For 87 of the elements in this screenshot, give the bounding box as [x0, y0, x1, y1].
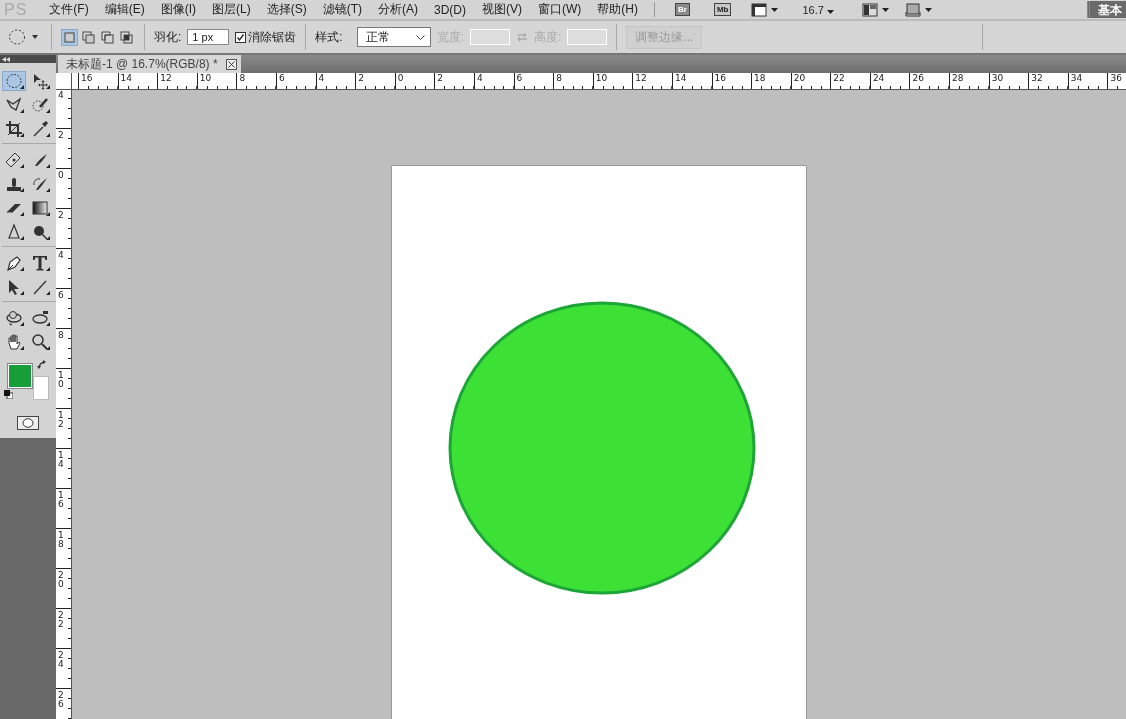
- ruler-label: 6: [278, 73, 285, 83]
- close-icon[interactable]: [226, 59, 236, 69]
- menu-item[interactable]: 窗口(W): [530, 1, 590, 18]
- anti-alias-label: 消除锯齿: [248, 28, 297, 46]
- ruler-label: 4: [58, 251, 64, 260]
- ruler-label: 6: [58, 291, 64, 300]
- ruler-label: 24: [872, 73, 885, 83]
- add-selection-icon[interactable]: [80, 28, 97, 46]
- app-button[interactable]: Mb: [713, 3, 732, 16]
- ruler-label: 2: [358, 73, 364, 83]
- ruler-label: 2: [58, 211, 64, 220]
- ruler-label: 8: [239, 73, 246, 83]
- ruler-label: 16: [714, 73, 726, 83]
- menu-item[interactable]: 滤镜(T): [314, 1, 370, 18]
- ruler-label: 4: [58, 91, 64, 100]
- ruler-label: 10: [58, 371, 64, 389]
- caret-icon[interactable]: [924, 7, 932, 12]
- menu-item[interactable]: 分析(A): [370, 1, 426, 18]
- checkbox[interactable]: [235, 31, 247, 43]
- background-color-swatch[interactable]: [33, 376, 49, 400]
- ruler-label: 22: [833, 73, 845, 83]
- zoom-level[interactable]: 16.7: [802, 3, 827, 16]
- menu-item[interactable]: 图像(I): [152, 1, 204, 18]
- caret-icon[interactable]: [32, 35, 38, 39]
- ruler-label: 2: [58, 131, 64, 140]
- ruler-label: 18: [58, 531, 64, 549]
- style-label: 样式:: [315, 28, 343, 46]
- ruler-label: 16: [58, 491, 64, 509]
- ruler-label: 0: [58, 171, 64, 180]
- ellipse-marquee-icon[interactable]: [2, 71, 26, 91]
- ruler-label: 20: [793, 73, 806, 83]
- ruler-label: 4: [318, 73, 325, 83]
- ruler-label: 32: [1031, 73, 1043, 83]
- feather-field[interactable]: 1 px: [187, 29, 230, 45]
- ruler-label: 36: [1110, 73, 1122, 83]
- ruler-label: 30: [991, 73, 1004, 83]
- caret-icon[interactable]: [771, 7, 779, 12]
- ruler-label: 8: [556, 73, 562, 83]
- ruler-label: 12: [160, 73, 172, 83]
- width-field[interactable]: [470, 29, 511, 45]
- ruler-label: 6: [516, 73, 523, 83]
- ruler-label: 22: [58, 611, 64, 629]
- foreground-color-swatch[interactable]: [8, 364, 32, 388]
- ruler-label: 26: [58, 691, 64, 709]
- style-dropdown[interactable]: 正常: [356, 27, 431, 47]
- ruler-label: 16: [81, 73, 93, 83]
- menu-item[interactable]: 3D(D): [426, 2, 474, 17]
- menu-item[interactable]: 选择(S): [258, 1, 315, 18]
- swap-colors-icon[interactable]: [37, 360, 47, 370]
- caret-icon[interactable]: [826, 9, 834, 14]
- ruler-label: 14: [58, 451, 64, 469]
- ruler-label: 12: [58, 411, 64, 429]
- ruler-label: 2: [437, 73, 444, 83]
- quick-mask-icon[interactable]: [17, 416, 39, 430]
- menu-item[interactable]: 图层(L): [204, 1, 259, 18]
- document-tab[interactable]: 未标题-1 @ 16.7%(RGB/8) *: [58, 55, 241, 73]
- chevron-down-icon: [415, 34, 425, 40]
- ruler-label: 10: [595, 73, 608, 83]
- ruler-label: 14: [674, 73, 687, 83]
- feather-label: 羽化:: [154, 28, 182, 46]
- menu-item[interactable]: 编辑(E): [96, 1, 153, 18]
- ruler-label: 8: [58, 331, 64, 340]
- new-selection-icon[interactable]: [61, 28, 78, 46]
- menu-item[interactable]: 视图(V): [474, 1, 530, 18]
- ruler-label: 24: [58, 651, 64, 669]
- workspace-button[interactable]: 基本: [1087, 1, 1126, 18]
- default-colors-icon[interactable]: [4, 390, 13, 399]
- screen-mode-icon[interactable]: [904, 2, 921, 17]
- ruler-label: 34: [1070, 73, 1083, 83]
- ruler-label: 20: [58, 571, 64, 589]
- ruler-label: 18: [754, 73, 766, 83]
- ellipse-marquee-icon[interactable]: [8, 28, 26, 46]
- height-field[interactable]: [567, 29, 608, 45]
- subtract-selection-icon[interactable]: [99, 28, 116, 46]
- ruler-label: 10: [199, 73, 212, 83]
- view-extras-icon[interactable]: [751, 2, 768, 17]
- ruler-label: 14: [120, 73, 133, 83]
- menu-item[interactable]: 文件(F): [41, 1, 97, 18]
- menu-item[interactable]: 帮助(H): [589, 1, 646, 18]
- ruler-label: 26: [912, 73, 924, 83]
- ruler-label: 12: [635, 73, 647, 83]
- arrange-documents-icon[interactable]: [861, 2, 878, 17]
- ruler-label: 0: [397, 73, 404, 83]
- intersect-selection-icon[interactable]: [118, 28, 135, 46]
- caret-icon[interactable]: [881, 7, 889, 12]
- ruler-label: 28: [952, 73, 964, 83]
- ruler-label: 4: [476, 73, 483, 83]
